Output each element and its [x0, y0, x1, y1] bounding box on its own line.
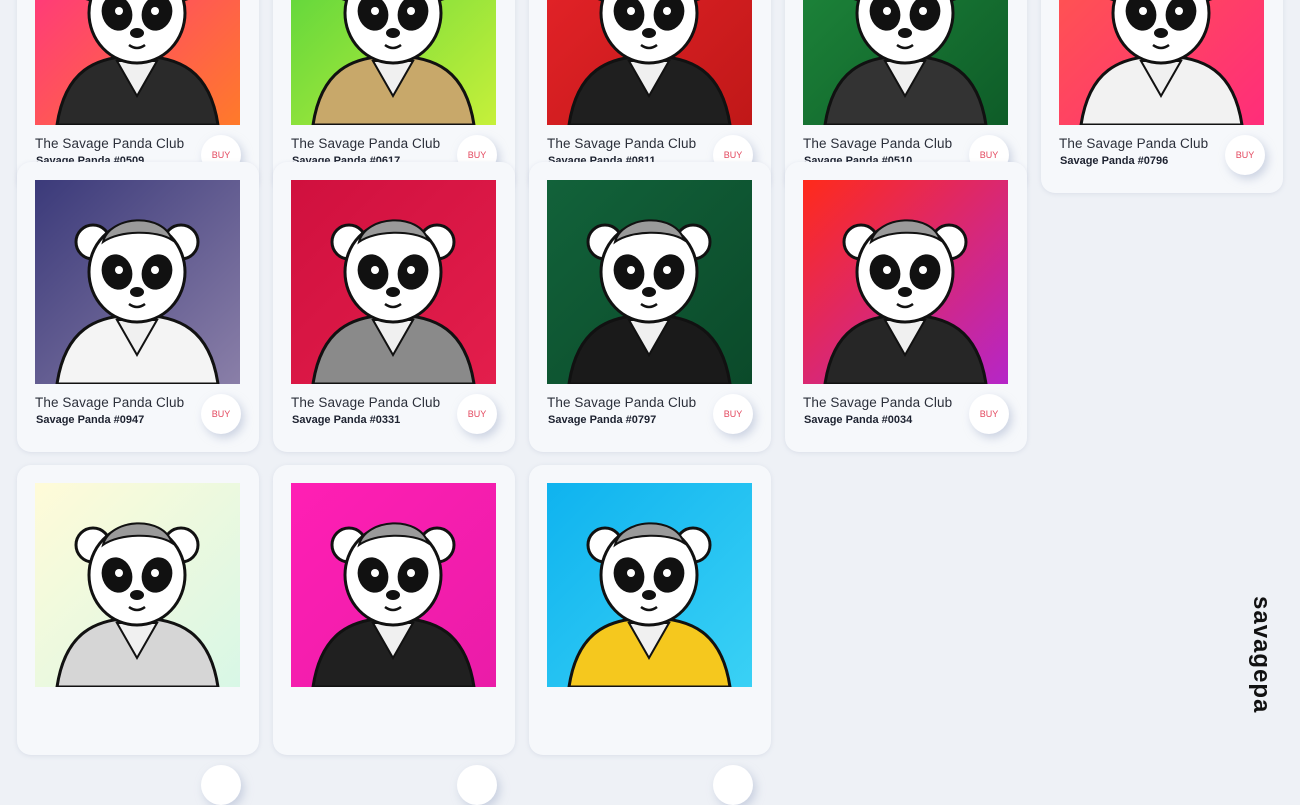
panda-artwork	[291, 0, 496, 125]
collection-name: The Savage Panda Club	[547, 395, 697, 410]
nft-name: Savage Panda #0947	[36, 414, 145, 426]
nft-card[interactable]	[273, 465, 515, 805]
buy-button[interactable]: BUY	[969, 394, 1009, 434]
collection-name: The Savage Panda Club	[291, 395, 441, 410]
buy-button[interactable]: BUY	[1225, 135, 1265, 175]
nft-card[interactable]: The Savage Panda Club Savage Panda #0034…	[785, 162, 1027, 452]
nft-name: Savage Panda #0797	[548, 414, 657, 426]
collection-name: The Savage Panda Club	[803, 136, 953, 151]
buy-button[interactable]: BUY	[457, 394, 497, 434]
panda-artwork	[291, 180, 496, 384]
nft-image[interactable]	[291, 483, 496, 687]
buy-button[interactable]: BUY	[713, 394, 753, 434]
buy-button[interactable]	[457, 765, 497, 805]
panda-artwork	[35, 0, 240, 125]
panda-artwork	[291, 483, 496, 687]
panda-artwork	[35, 483, 240, 687]
nft-image[interactable]	[547, 0, 752, 125]
panda-artwork	[547, 180, 752, 384]
nft-image[interactable]	[803, 0, 1008, 125]
collection-name: The Savage Panda Club	[547, 136, 697, 151]
nft-image[interactable]	[35, 483, 240, 687]
nft-card[interactable]: The Savage Panda Club Savage Panda #0947…	[17, 162, 259, 452]
nft-image[interactable]	[291, 0, 496, 125]
collection-name: The Savage Panda Club	[1059, 136, 1209, 151]
nft-image[interactable]	[547, 180, 752, 384]
nft-image[interactable]	[803, 180, 1008, 384]
nft-card[interactable]: The Savage Panda Club Savage Panda #0331…	[273, 162, 515, 452]
buy-button[interactable]	[201, 765, 241, 805]
panda-artwork	[547, 0, 752, 125]
panda-artwork	[803, 0, 1008, 125]
nft-image[interactable]	[291, 180, 496, 384]
buy-button[interactable]	[713, 765, 753, 805]
nft-image[interactable]	[1059, 0, 1264, 125]
nft-image[interactable]	[547, 483, 752, 687]
nft-name: Savage Panda #0034	[804, 414, 913, 426]
nft-name: Savage Panda #0796	[1060, 155, 1169, 167]
nft-card[interactable]: The Savage Panda Club Savage Panda #0796…	[1041, 0, 1283, 193]
nft-card[interactable]: The Savage Panda Club Savage Panda #0797…	[529, 162, 771, 452]
nft-name: Savage Panda #0331	[292, 414, 401, 426]
collection-name: The Savage Panda Club	[803, 395, 953, 410]
nft-image[interactable]	[35, 0, 240, 125]
side-brand-logo: savagepa	[1248, 596, 1275, 714]
collection-name: The Savage Panda Club	[35, 395, 185, 410]
collection-name: The Savage Panda Club	[291, 136, 441, 151]
nft-card[interactable]	[529, 465, 771, 805]
panda-artwork	[547, 483, 752, 687]
collection-name: The Savage Panda Club	[35, 136, 185, 151]
nft-card[interactable]	[17, 465, 259, 805]
panda-artwork	[1059, 0, 1264, 125]
buy-button[interactable]: BUY	[201, 394, 241, 434]
panda-artwork	[803, 180, 1008, 384]
panda-artwork	[35, 180, 240, 384]
nft-image[interactable]	[35, 180, 240, 384]
